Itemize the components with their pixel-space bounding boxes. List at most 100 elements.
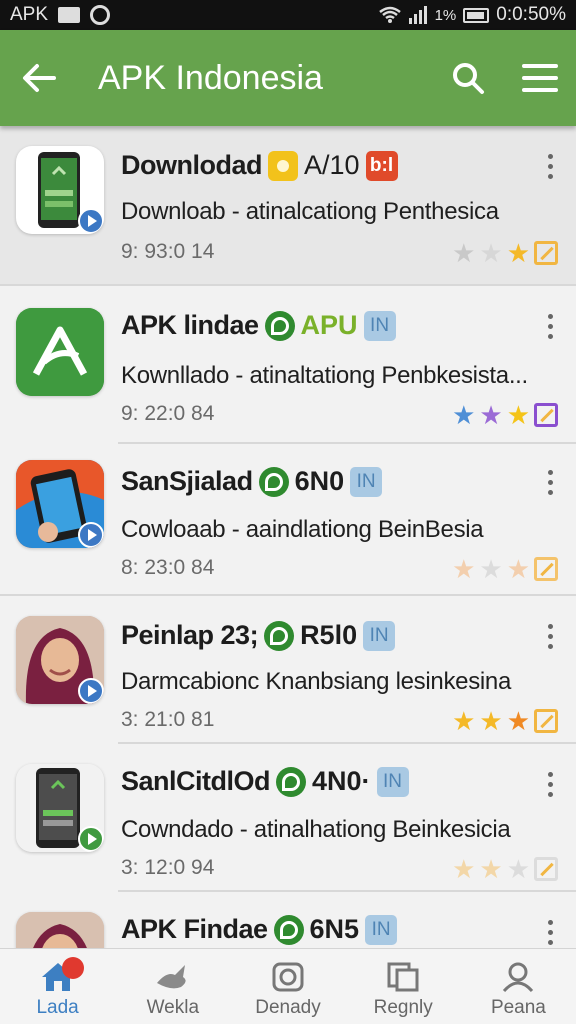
rating-square-icon — [534, 557, 558, 581]
item-title: Peinlap 23; — [121, 620, 259, 650]
star-icon: ★ — [479, 554, 503, 584]
rating-stars: ★ ★ ★ — [452, 708, 558, 734]
star-icon: ★ — [506, 400, 530, 430]
more-options-icon[interactable] — [544, 772, 556, 797]
more-options-icon[interactable] — [544, 624, 556, 649]
rating-stars: ★ ★ ★ — [452, 402, 558, 428]
app-thumbnail — [16, 912, 104, 948]
more-options-icon[interactable] — [544, 470, 556, 495]
play-badge-icon — [78, 826, 104, 852]
list-item[interactable]: SanlCitdlOd 4N0· IN Cowndado - atinalhat… — [0, 744, 576, 892]
item-meta: 3: 21:0 81 — [121, 708, 215, 731]
star-icon: ★ — [506, 706, 530, 736]
search-button[interactable] — [432, 30, 504, 126]
item-tag: IN — [363, 620, 396, 651]
star-icon: ★ — [506, 554, 530, 584]
item-meta: 3: 12:0 94 — [121, 856, 215, 879]
star-icon: ★ — [479, 706, 503, 736]
rating-square-icon — [534, 709, 558, 733]
play-badge-icon — [78, 678, 104, 704]
item-title: SanlCitdlOd — [121, 766, 271, 796]
item-meta: 9: 93:0 14 — [121, 240, 215, 263]
list-item[interactable]: Downlodad A/10 b:l Downloab - atinalcati… — [0, 126, 576, 286]
nav-label: Denady — [255, 997, 321, 1018]
item-code: 4N0· — [312, 766, 371, 796]
star-icon: ★ — [479, 854, 503, 884]
list-item[interactable]: APK Findae 6N5 IN — [0, 892, 576, 948]
star-icon: ★ — [506, 238, 530, 268]
rating-stars: ★ ★ ★ — [452, 556, 558, 582]
image-notification-icon — [58, 7, 81, 23]
list-item[interactable]: APK lindae APU IN Kownllado - atinaltati… — [0, 286, 576, 444]
list-item[interactable]: SanSjialad 6N0 IN Cowloaab - aaindlation… — [0, 444, 576, 596]
more-options-icon[interactable] — [544, 154, 556, 179]
nav-label: Regnly — [373, 997, 433, 1018]
page-title: APK Indonesia — [98, 58, 323, 97]
item-code: R5l0 — [300, 620, 358, 650]
bird-icon — [156, 965, 186, 989]
app-thumbnail — [16, 308, 104, 396]
item-title-line: SanSjialad 6N0 IN — [121, 466, 383, 497]
notification-badge-icon — [62, 957, 84, 979]
apk-logo-icon — [16, 308, 104, 396]
status-time: 0:0:50% — [496, 4, 566, 25]
item-title-line: APK lindae APU IN — [121, 310, 396, 341]
star-icon: ★ — [506, 854, 530, 884]
item-title-line: Peinlap 23; R5l0 IN — [121, 620, 396, 651]
hamburger-menu-icon — [522, 64, 558, 92]
item-tag: IN — [365, 914, 398, 945]
more-options-icon[interactable] — [544, 920, 556, 945]
battery-icon — [463, 7, 490, 23]
app-thumbnail — [16, 764, 104, 852]
bottom-navigation: Lada Wekla Denady Regnly Peana — [0, 948, 576, 1024]
nav-item-denady[interactable]: Denady — [230, 949, 345, 1024]
item-description: Cowloaab - aaindlationg BeinBesia — [121, 516, 484, 543]
rating-square-icon — [534, 403, 558, 427]
item-code: 6N5 — [309, 914, 360, 944]
nav-item-lada[interactable]: Lada — [0, 949, 115, 1024]
item-tag: IN — [376, 766, 409, 797]
item-title-line: Downlodad A/10 b:l — [121, 150, 398, 181]
item-code: APU — [300, 310, 358, 340]
menu-button[interactable] — [504, 30, 576, 126]
item-title: APK lindae — [121, 310, 259, 340]
item-code: A/10 — [303, 150, 360, 180]
item-tag: IN — [350, 466, 383, 497]
status-left-text: APK — [10, 4, 49, 25]
wifi-icon — [378, 6, 401, 24]
item-title: Downlodad — [121, 150, 262, 180]
app-thumbnail — [16, 460, 104, 548]
item-tag: b:l — [365, 150, 398, 181]
app-thumbnail — [16, 616, 104, 704]
item-code: 6N0 — [294, 466, 345, 496]
circle-notification-icon — [90, 5, 111, 25]
person-photo-icon — [16, 912, 104, 948]
app-list: Downlodad A/10 b:l Downloab - atinalcati… — [0, 126, 576, 948]
star-icon: ★ — [452, 854, 476, 884]
battery-percent: 1% — [434, 6, 457, 24]
user-icon — [503, 962, 534, 993]
green-leaf-icon — [264, 620, 295, 651]
star-icon: ★ — [452, 238, 476, 268]
rating-stars: ★ ★ ★ — [452, 856, 558, 882]
green-leaf-icon — [273, 914, 304, 945]
item-description: Kownllado - atinaltationg Penbkesista... — [121, 362, 528, 389]
play-badge-icon — [78, 522, 104, 548]
item-meta: 8: 23:0 84 — [121, 556, 215, 579]
more-options-icon[interactable] — [544, 314, 556, 339]
item-description: Downloab - atinalcationg Penthesica — [121, 198, 499, 225]
item-description: Darmcabionc Knanbsiang lesinkesina — [121, 668, 512, 695]
search-icon — [453, 63, 484, 94]
item-tag: IN — [363, 310, 396, 341]
app-thumbnail — [16, 146, 104, 234]
nav-item-regnly[interactable]: Regnly — [346, 949, 461, 1024]
nav-item-peana[interactable]: Peana — [461, 949, 576, 1024]
item-title: SanSjialad — [121, 466, 253, 496]
back-button[interactable] — [0, 30, 78, 126]
star-icon: ★ — [452, 554, 476, 584]
item-title-line: APK Findae 6N5 IN — [121, 914, 398, 945]
cards-icon — [387, 962, 419, 992]
nav-item-wekla[interactable]: Wekla — [115, 949, 230, 1024]
list-item[interactable]: Peinlap 23; R5l0 IN Darmcabionc Knanbsia… — [0, 596, 576, 744]
green-leaf-icon — [258, 466, 289, 497]
